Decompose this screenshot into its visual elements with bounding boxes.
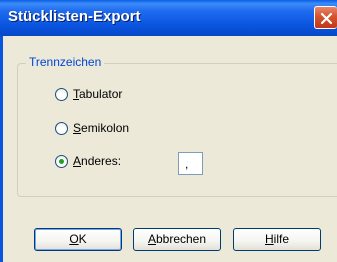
close-button[interactable] (314, 6, 337, 29)
radio-label-tabulator[interactable]: Tabulator (73, 87, 122, 101)
radio-selected-dot (59, 159, 64, 164)
radio-circle[interactable] (55, 122, 68, 135)
cancel-button[interactable]: Abbrechen (133, 228, 221, 251)
radio-label-semikolon[interactable]: Semikolon (73, 121, 129, 135)
window-title: Stücklisten-Export (8, 8, 141, 25)
radio-label-anderes[interactable]: Anderes: (73, 154, 121, 168)
ok-button[interactable]: OK (34, 228, 122, 251)
window-frame-left (0, 36, 3, 262)
close-icon (320, 12, 333, 25)
radio-circle-selected[interactable] (55, 155, 68, 168)
radio-circle[interactable] (55, 88, 68, 101)
title-bar[interactable]: Stücklisten-Export (0, 0, 337, 36)
help-button[interactable]: Hilfe (233, 228, 321, 251)
groupbox-label: Trennzeichen (26, 55, 105, 69)
custom-separator-input[interactable] (178, 152, 203, 175)
